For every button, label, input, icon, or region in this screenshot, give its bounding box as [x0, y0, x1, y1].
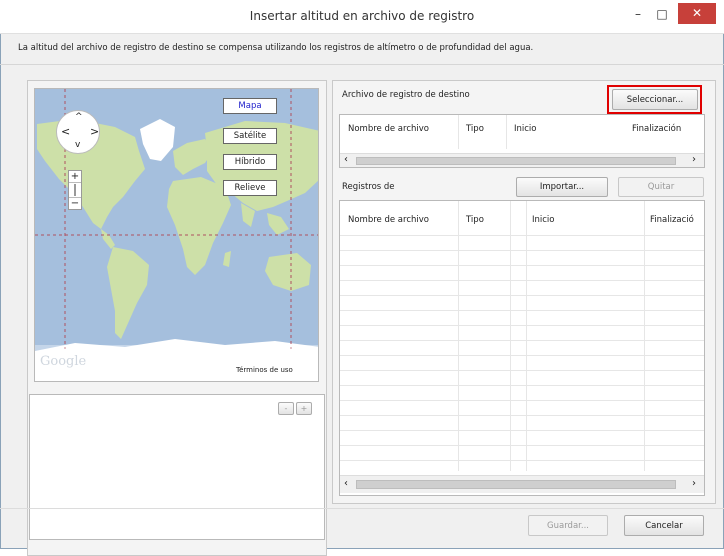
pan-up-icon[interactable]: ^ [75, 112, 83, 122]
map-type-satelite[interactable]: Satélite [223, 128, 277, 144]
pan-right-icon[interactable]: > [90, 125, 99, 138]
map-type-relieve[interactable]: Relieve [223, 180, 277, 196]
maximize-button[interactable]: □ [652, 4, 672, 24]
logs-label: Registros de [342, 182, 395, 192]
table-row [340, 415, 704, 416]
column-divider [506, 115, 507, 149]
header-divider [0, 64, 724, 65]
cancel-button[interactable]: Cancelar [624, 515, 704, 536]
column-header[interactable]: Finalización [632, 124, 681, 134]
scroll-right-icon[interactable]: › [692, 478, 696, 489]
table-row [340, 370, 704, 371]
column-header[interactable]: Inicio [514, 124, 537, 134]
scroll-right-icon[interactable]: › [692, 154, 696, 165]
zoom-in-button[interactable]: + [69, 171, 81, 183]
table-row [340, 445, 704, 446]
pan-control[interactable]: ^ v < > [56, 110, 100, 154]
table-rows [340, 201, 704, 471]
elevation-panel [29, 394, 325, 540]
map-type-mapa[interactable]: Mapa [223, 98, 277, 114]
logs-table[interactable]: Nombre de archivo Tipo Inicio Finalizaci… [339, 200, 705, 496]
table-row [340, 325, 704, 326]
zoom-control: + − [68, 170, 82, 210]
minimize-icon: – [635, 7, 641, 21]
close-button[interactable]: ✕ [678, 3, 716, 24]
table-row [340, 400, 704, 401]
zoom-out-button[interactable]: − [69, 197, 81, 209]
plus-icon: + [70, 171, 80, 182]
table-row [340, 355, 704, 356]
lower-plus-button[interactable]: + [296, 402, 312, 415]
save-button[interactable]: Guardar... [528, 515, 608, 536]
column-divider [510, 201, 511, 471]
table-row [340, 430, 704, 431]
table-row [340, 340, 704, 341]
zoom-slider[interactable] [74, 184, 76, 196]
scroll-thumb[interactable] [356, 157, 676, 165]
description-text: La altitud del archivo de registro de de… [18, 43, 534, 53]
import-button[interactable]: Importar... [516, 177, 608, 197]
scroll-thumb[interactable] [356, 480, 676, 489]
target-label: Archivo de registro de destino [342, 90, 470, 100]
table-row [340, 460, 704, 461]
minimize-button[interactable]: – [628, 4, 648, 24]
maximize-icon: □ [656, 7, 668, 21]
terms-link[interactable]: Términos de uso [236, 366, 293, 374]
google-logo: Google [40, 354, 87, 369]
table-row [340, 385, 704, 386]
column-header[interactable]: Tipo [466, 124, 484, 134]
pan-down-icon[interactable]: v [75, 140, 80, 150]
remove-button[interactable]: Quitar [618, 177, 704, 197]
window-title: Insertar altitud en archivo de registro [249, 9, 475, 23]
table-row [340, 265, 704, 266]
column-divider [458, 115, 459, 149]
minus-icon: − [70, 198, 80, 209]
footer-divider [0, 508, 724, 509]
close-icon: ✕ [691, 6, 703, 20]
horizontal-scrollbar[interactable]: ‹ › [340, 153, 704, 167]
column-divider [644, 201, 645, 471]
table-row [340, 310, 704, 311]
table-row [340, 235, 704, 236]
column-divider [526, 201, 527, 471]
highlight-box [607, 85, 702, 114]
column-header[interactable]: Nombre de archivo [348, 124, 429, 134]
scroll-left-icon[interactable]: ‹ [344, 478, 348, 489]
column-divider [458, 201, 459, 471]
pan-left-icon[interactable]: < [61, 125, 70, 138]
target-table[interactable]: Nombre de archivo Tipo Inicio Finalizaci… [339, 114, 705, 168]
lower-minus-button[interactable]: - [278, 402, 294, 415]
scroll-left-icon[interactable]: ‹ [344, 154, 348, 165]
horizontal-scrollbar[interactable]: ‹ › [340, 475, 704, 493]
table-row [340, 295, 704, 296]
map-type-hibrido[interactable]: Híbrido [223, 154, 277, 170]
table-row [340, 250, 704, 251]
table-row [340, 280, 704, 281]
